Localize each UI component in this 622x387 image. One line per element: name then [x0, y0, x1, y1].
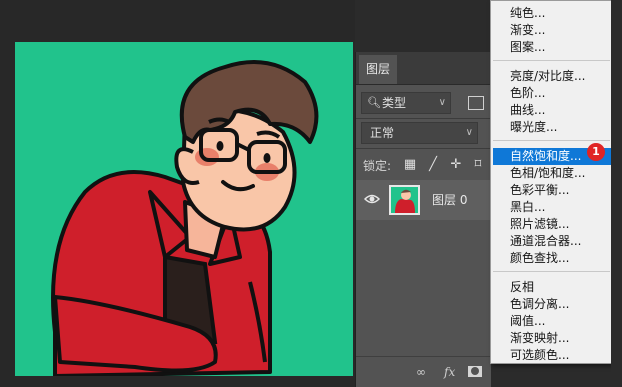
lock-brush-icon[interactable]: ╱ [426, 158, 440, 172]
menu-item[interactable]: 曝光度... [510, 119, 557, 136]
layer-row[interactable]: 图层 0 [356, 180, 491, 220]
divider [356, 118, 491, 119]
menu-item[interactable]: 照片滤镜... [510, 216, 569, 233]
menu-item[interactable]: 颜色查找... [510, 250, 569, 267]
tab-layers[interactable]: 图层 [359, 55, 397, 84]
fx-icon[interactable]: fx [444, 364, 455, 380]
filter-kind-value: 类型 [382, 96, 407, 110]
menu-item[interactable]: 图案... [510, 39, 545, 56]
menu-separator [493, 140, 610, 141]
menu-item[interactable]: 渐变... [510, 22, 545, 39]
menu-item[interactable]: 色彩平衡... [510, 182, 569, 199]
menu-item[interactable]: 纯色... [510, 5, 545, 22]
lock-row: 锁定: ▦ ╱ ✛ ⌑ [363, 156, 491, 176]
divider [356, 148, 491, 149]
menu-item[interactable]: 阈值... [510, 313, 545, 330]
window-edge [611, 0, 622, 387]
lock-transparency-icon[interactable]: ▦ [403, 158, 417, 172]
menu-item[interactable]: 色相/饱和度... [510, 165, 586, 182]
filter-image-icon[interactable] [468, 96, 484, 110]
menu-separator [493, 60, 610, 61]
mask-icon[interactable] [468, 366, 482, 377]
menu-item[interactable]: 可选颜色... [510, 347, 569, 364]
menu-item[interactable]: 曲线... [510, 102, 545, 119]
layer-filter-select[interactable]: 🔍︎ 类型 ∨ [361, 92, 451, 114]
layers-panel: 图层 🔍︎ 类型 ∨ 正常 ∨ 锁定: ▦ ╱ ✛ ⌑ 图层 0 ∞ fx [355, 52, 491, 387]
menu-item[interactable]: 黑白... [510, 199, 545, 216]
menu-item[interactable]: 反相 [510, 279, 534, 296]
layer-name[interactable]: 图层 0 [432, 180, 467, 220]
menu-item[interactable]: 渐变映射... [510, 330, 569, 347]
link-icon[interactable]: ∞ [416, 364, 426, 380]
search-icon: 🔍︎ [367, 96, 381, 109]
layers-panel-footer: ∞ fx [356, 356, 491, 387]
eye-icon[interactable] [364, 192, 380, 206]
chevron-down-icon: ∨ [438, 97, 446, 108]
lock-artboard-icon[interactable]: ⌑ [471, 158, 485, 172]
blend-mode-select[interactable]: 正常 ∨ [361, 122, 478, 144]
step-badge: 1 [587, 143, 605, 161]
menu-item[interactable]: 色调分离... [510, 296, 569, 313]
blend-mode-value: 正常 [370, 126, 395, 140]
chevron-down-icon: ∨ [465, 127, 473, 138]
cartoon-man-illustration [51, 60, 319, 376]
panel-tab-bar: 图层 [356, 52, 491, 85]
menu-item[interactable]: 色阶... [510, 85, 545, 102]
adjustment-layer-menu: 纯色... 渐变... 图案... 亮度/对比度... 色阶... 曲线... 曝光度...… [490, 0, 613, 364]
artwork-image [15, 42, 353, 376]
document-canvas-area [0, 0, 355, 387]
menu-separator [493, 271, 610, 272]
menu-item[interactable]: 通道混合器... [510, 233, 581, 250]
lock-position-icon[interactable]: ✛ [449, 158, 463, 172]
menu-item[interactable]: 亮度/对比度... [510, 68, 586, 85]
lock-label: 锁定: [363, 159, 392, 173]
layer-thumbnail [389, 185, 420, 215]
